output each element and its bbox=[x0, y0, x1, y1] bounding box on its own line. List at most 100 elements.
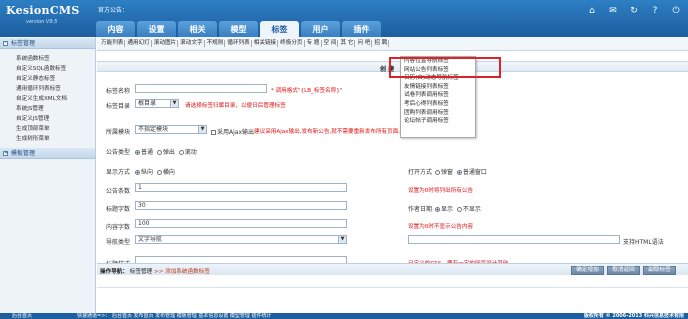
dropdown-item[interactable]: 考后心得列表标签 bbox=[401, 100, 475, 109]
toolbar-item[interactable]: 问 吧 bbox=[356, 40, 373, 47]
nav-type-label: 导航类型 bbox=[106, 239, 131, 246]
radio-horizontal[interactable] bbox=[156, 170, 162, 175]
bottom-action-bar: 操作导航： 标签管理 >> 添加系统函数标签 确定增加 取消返回 副取标签 bbox=[97, 263, 688, 275]
tag-type-toolbar: 万能列表 通用幻灯 滚动图片 滚动文字 不规则 循环列表 相关链接 终极分页 专… bbox=[97, 37, 688, 51]
notice-type-radios: 普通 弹出 滚动 bbox=[135, 147, 197, 156]
sidebar-list: 系统函数标签 自定义SQL函数标签 自定义静态标签 通用循环列表标签 自定义生成… bbox=[0, 49, 95, 147]
breadcrumb-current: 添加系统函数标签 bbox=[165, 269, 210, 275]
tag-name-label: 标签名称 bbox=[106, 88, 131, 95]
toolbar-item[interactable]: 不规则 bbox=[206, 40, 226, 47]
ajax-checkbox[interactable] bbox=[211, 130, 216, 135]
radio-scroll[interactable] bbox=[178, 150, 184, 155]
dropdown-item[interactable]: 试卷列表调用标签 bbox=[401, 91, 475, 100]
toolbar-item[interactable]: 招 聘 bbox=[373, 40, 390, 47]
sidebar-section-template-mgmt[interactable]: + 模板管理 bbox=[0, 148, 95, 159]
ajax-option[interactable]: 采用Ajax输出 bbox=[211, 127, 254, 136]
footer-quick-links[interactable]: 快速通道=>： 后台首页 发布首页 发布管理 模板管理 基本信息设置 模型管理 … bbox=[77, 313, 272, 319]
toolbar-item[interactable]: 滚动图片 bbox=[153, 40, 179, 47]
highlight-box bbox=[389, 57, 501, 78]
toolbar-item[interactable]: 相关链接 bbox=[253, 40, 279, 47]
tag-name-hint: * 调用格式"{LB_标签名称}" bbox=[271, 88, 343, 94]
tag-name-input[interactable] bbox=[135, 84, 267, 93]
sidebar-item[interactable]: 系统函数标签 bbox=[16, 54, 95, 64]
toolbar-item[interactable]: 通用幻灯 bbox=[126, 40, 152, 47]
logout-icon[interactable]: ⏻ bbox=[670, 6, 682, 17]
radio-vertical[interactable] bbox=[135, 170, 140, 175]
copy-tag-button[interactable]: 副取标签 bbox=[643, 266, 676, 275]
open-mode-radios: 弹窗 普通窗口 bbox=[435, 167, 487, 176]
sidebar-item[interactable]: 自定义静态标签 bbox=[16, 74, 95, 84]
nav-html-input[interactable] bbox=[408, 235, 620, 244]
official-notice: 官方公告： bbox=[98, 7, 129, 14]
app-version: version V9.5 bbox=[26, 19, 58, 25]
footer-home-link[interactable]: 后台首页 bbox=[12, 313, 32, 319]
tab-settings[interactable]: 设置 bbox=[137, 21, 176, 37]
toolbar-item[interactable]: 万能列表 bbox=[100, 40, 126, 47]
collapse-icon: - bbox=[3, 39, 8, 46]
cancel-return-button[interactable]: 取消返回 bbox=[607, 266, 640, 275]
chat-icon[interactable]: ✉ bbox=[607, 6, 619, 17]
sidebar-item[interactable]: 生成顶部菜单 bbox=[16, 124, 95, 134]
chevron-down-icon: ▼ bbox=[170, 100, 178, 107]
title-len-label: 标题字数 bbox=[106, 206, 131, 213]
tab-plugins[interactable]: 插件 bbox=[342, 21, 381, 37]
dropdown-item[interactable]: 友情链接列表标签 bbox=[401, 83, 475, 92]
radio-normal[interactable] bbox=[135, 150, 140, 155]
open-mode-label: 打开方式 bbox=[408, 169, 433, 176]
radio-popup[interactable] bbox=[156, 150, 162, 155]
author-date-label: 作者日期 bbox=[408, 206, 433, 213]
radio-hide[interactable] bbox=[456, 207, 462, 212]
sidebar-item[interactable]: 通用循环列表标签 bbox=[16, 84, 95, 94]
toolbar-item[interactable]: 循环列表 bbox=[226, 40, 252, 47]
count-hint: 设置为0时将列出所有公告 bbox=[408, 188, 474, 194]
app-window: KesionCMS version V9.5 官方公告： 内容 设置 相关 模型… bbox=[0, 0, 688, 319]
tag-dir-select[interactable]: 根目录 ▼ bbox=[135, 99, 179, 108]
sidebar-item[interactable]: 自定义JS管理 bbox=[16, 114, 95, 124]
toolbar-item[interactable]: 专 题 bbox=[306, 40, 322, 47]
dropdown-item[interactable]: 论坛帖子调用标签 bbox=[401, 117, 475, 126]
module-hint: 建议采用Ajax输出,发布新公告,就不需要重新发布所有页面。 bbox=[254, 129, 404, 135]
tag-dir-label: 标签目录 bbox=[106, 103, 131, 110]
chevron-down-icon: ▼ bbox=[338, 236, 346, 243]
divider bbox=[97, 287, 688, 288]
toolbar-item[interactable]: 滚动文字 bbox=[179, 40, 205, 47]
tab-content[interactable]: 内容 bbox=[96, 21, 135, 37]
sidebar: - 标签管理 系统函数标签 自定义SQL函数标签 自定义静态标签 通用循环列表标签… bbox=[0, 37, 96, 313]
tab-tags[interactable]: 标签 bbox=[260, 21, 299, 37]
breadcrumb-link[interactable]: 标签管理 bbox=[130, 269, 152, 275]
top-icons: ⌂ ✉ ↻ ? ⏻ bbox=[586, 6, 682, 17]
module-label: 所属模块 bbox=[106, 129, 131, 136]
nav-type-select[interactable]: 文字导航 ▼ bbox=[135, 235, 347, 244]
radio-show[interactable] bbox=[435, 207, 440, 212]
title-len-input[interactable]: 30 bbox=[135, 201, 347, 210]
radio-normal-window[interactable] bbox=[456, 170, 462, 175]
help-icon[interactable]: ? bbox=[649, 6, 661, 17]
toolbar-item[interactable]: 其 它 bbox=[339, 40, 356, 47]
author-date-radios: 显示 不显示 bbox=[435, 204, 481, 213]
sidebar-item[interactable]: 系统JS管理 bbox=[16, 104, 95, 114]
breadcrumb: 操作导航： 标签管理 >> 添加系统函数标签 bbox=[100, 269, 210, 275]
confirm-add-button[interactable]: 确定增加 bbox=[571, 266, 604, 275]
main-nav-tabs: 内容 设置 相关 模型 标签 用户 插件 bbox=[96, 21, 383, 37]
sidebar-item[interactable]: 生成树形菜单 bbox=[16, 134, 95, 144]
count-input[interactable]: 1 bbox=[135, 183, 347, 192]
refresh-icon[interactable]: ↻ bbox=[628, 6, 640, 17]
toolbar-item[interactable]: 空 间 bbox=[323, 40, 339, 47]
module-select[interactable]: 不指定模块 ▼ bbox=[135, 125, 207, 134]
sidebar-item[interactable]: 自定义SQL函数标签 bbox=[16, 64, 95, 74]
tab-model[interactable]: 模型 bbox=[219, 21, 258, 37]
toolbar-item[interactable]: 终极分页 bbox=[279, 40, 305, 47]
sidebar-section-tag-mgmt[interactable]: - 标签管理 bbox=[0, 38, 95, 49]
tab-related[interactable]: 相关 bbox=[178, 21, 217, 37]
notice-type-label: 公告类型 bbox=[106, 149, 131, 156]
dropdown-item[interactable]: 团购列表调用标签 bbox=[401, 109, 475, 118]
top-header: KesionCMS version V9.5 官方公告： 内容 设置 相关 模型… bbox=[0, 0, 688, 37]
radio-popup-window[interactable] bbox=[435, 170, 440, 175]
app-logo: KesionCMS bbox=[6, 4, 80, 17]
display-label: 显示方式 bbox=[106, 169, 131, 176]
tab-users[interactable]: 用户 bbox=[301, 21, 340, 37]
home-icon[interactable]: ⌂ bbox=[586, 6, 598, 17]
content-len-input[interactable]: 100 bbox=[135, 219, 347, 228]
sidebar-item[interactable]: 自定义生成XML文档 bbox=[16, 94, 95, 104]
html-support-label: 支持HTML语法 bbox=[623, 239, 664, 246]
